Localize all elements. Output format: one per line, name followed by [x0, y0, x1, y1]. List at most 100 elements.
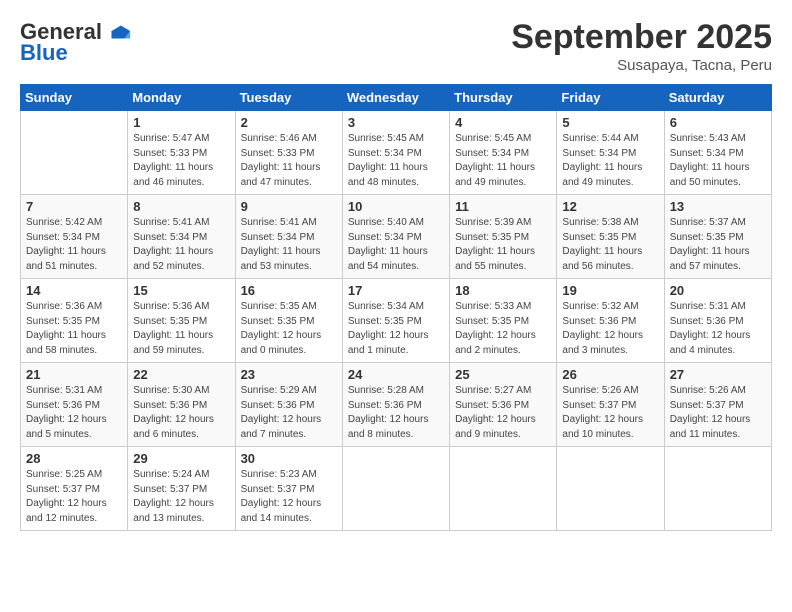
calendar-cell: 8Sunrise: 5:41 AMSunset: 5:34 PMDaylight…	[128, 195, 235, 279]
day-number: 17	[348, 283, 444, 298]
calendar-cell: 27Sunrise: 5:26 AMSunset: 5:37 PMDayligh…	[664, 363, 771, 447]
logo-blue-text: Blue	[20, 42, 68, 64]
day-number: 13	[670, 199, 766, 214]
day-number: 14	[26, 283, 122, 298]
location: Susapaya, Tacna, Peru	[511, 57, 772, 74]
calendar-cell: 5 Sunrise: 5:44 AMSunset: 5:34 PMDaylight…	[557, 111, 664, 195]
day-info: Sunrise: 5:30 AMSunset: 5:36 PMDaylight:…	[133, 384, 229, 442]
day-info: Sunrise: 5:27 AMSunset: 5:36 PMDaylight:…	[455, 384, 551, 442]
day-number: 10	[348, 199, 444, 214]
day-number: 30	[241, 451, 337, 466]
day-number: 23	[241, 367, 337, 382]
day-info: Sunrise: 5:38 AMSunset: 5:35 PMDaylight:…	[562, 216, 658, 274]
weekday-header-friday: Friday	[557, 85, 664, 111]
day-info: Sunrise: 5:45 AMSunset: 5:34 PMDaylight:…	[348, 132, 444, 190]
week-row-2: 7 Sunrise: 5:42 AMSunset: 5:34 PMDaylight…	[21, 195, 772, 279]
calendar-cell: 26Sunrise: 5:26 AMSunset: 5:37 PMDayligh…	[557, 363, 664, 447]
day-number: 28	[26, 451, 122, 466]
calendar-cell: 9Sunrise: 5:41 AMSunset: 5:34 PMDaylight…	[235, 195, 342, 279]
calendar-cell: 28Sunrise: 5:25 AMSunset: 5:37 PMDayligh…	[21, 447, 128, 531]
day-number: 25	[455, 367, 551, 382]
day-number: 19	[562, 283, 658, 298]
day-info: Sunrise: 5:37 AMSunset: 5:35 PMDaylight:…	[670, 216, 766, 274]
day-number: 27	[670, 367, 766, 382]
day-info: Sunrise: 5:43 AMSunset: 5:34 PMDaylight:…	[670, 132, 766, 190]
logo: General Blue	[20, 18, 132, 64]
page: General Blue September 2025 Susapaya, Ta…	[0, 0, 792, 541]
day-number: 15	[133, 283, 229, 298]
calendar-cell: 20 Sunrise: 5:31 AMSunset: 5:36 PMDayligh…	[664, 279, 771, 363]
week-row-1: 1 Sunrise: 5:47 AMSunset: 5:33 PMDaylight…	[21, 111, 772, 195]
week-row-4: 21 Sunrise: 5:31 AMSunset: 5:36 PMDayligh…	[21, 363, 772, 447]
day-info: Sunrise: 5:46 AMSunset: 5:33 PMDaylight:…	[241, 132, 337, 190]
day-info: Sunrise: 5:39 AMSunset: 5:35 PMDaylight:…	[455, 216, 551, 274]
day-info: Sunrise: 5:33 AMSunset: 5:35 PMDaylight:…	[455, 300, 551, 358]
calendar-cell: 24 Sunrise: 5:28 AMSunset: 5:36 PMDayligh…	[342, 363, 449, 447]
day-number: 3	[348, 115, 444, 130]
day-number: 21	[26, 367, 122, 382]
day-number: 16	[241, 283, 337, 298]
day-info: Sunrise: 5:36 AMSunset: 5:35 PMDaylight:…	[133, 300, 229, 358]
calendar-cell	[21, 111, 128, 195]
day-info: Sunrise: 5:42 AMSunset: 5:34 PMDaylight:…	[26, 216, 122, 274]
day-number: 2	[241, 115, 337, 130]
day-number: 11	[455, 199, 551, 214]
calendar-cell: 11 Sunrise: 5:39 AMSunset: 5:35 PMDayligh…	[450, 195, 557, 279]
day-info: Sunrise: 5:32 AMSunset: 5:36 PMDaylight:…	[562, 300, 658, 358]
calendar-cell: 25 Sunrise: 5:27 AMSunset: 5:36 PMDayligh…	[450, 363, 557, 447]
calendar-cell: 12 Sunrise: 5:38 AMSunset: 5:35 PMDayligh…	[557, 195, 664, 279]
day-info: Sunrise: 5:23 AMSunset: 5:37 PMDaylight:…	[241, 468, 337, 526]
week-row-5: 28Sunrise: 5:25 AMSunset: 5:37 PMDayligh…	[21, 447, 772, 531]
calendar-cell: 14 Sunrise: 5:36 AMSunset: 5:35 PMDayligh…	[21, 279, 128, 363]
weekday-header-tuesday: Tuesday	[235, 85, 342, 111]
day-info: Sunrise: 5:36 AMSunset: 5:35 PMDaylight:…	[26, 300, 122, 358]
day-info: Sunrise: 5:28 AMSunset: 5:36 PMDaylight:…	[348, 384, 444, 442]
day-info: Sunrise: 5:35 AMSunset: 5:35 PMDaylight:…	[241, 300, 337, 358]
day-info: Sunrise: 5:47 AMSunset: 5:33 PMDaylight:…	[133, 132, 229, 190]
weekday-header-monday: Monday	[128, 85, 235, 111]
calendar-cell: 29Sunrise: 5:24 AMSunset: 5:37 PMDayligh…	[128, 447, 235, 531]
week-row-3: 14 Sunrise: 5:36 AMSunset: 5:35 PMDayligh…	[21, 279, 772, 363]
calendar-cell	[664, 447, 771, 531]
weekday-header-thursday: Thursday	[450, 85, 557, 111]
logo-icon	[104, 18, 132, 46]
calendar-cell: 3 Sunrise: 5:45 AMSunset: 5:34 PMDaylight…	[342, 111, 449, 195]
day-info: Sunrise: 5:34 AMSunset: 5:35 PMDaylight:…	[348, 300, 444, 358]
day-number: 18	[455, 283, 551, 298]
day-number: 7	[26, 199, 122, 214]
calendar-cell: 18 Sunrise: 5:33 AMSunset: 5:35 PMDayligh…	[450, 279, 557, 363]
day-number: 12	[562, 199, 658, 214]
calendar-cell	[342, 447, 449, 531]
day-info: Sunrise: 5:41 AMSunset: 5:34 PMDaylight:…	[241, 216, 337, 274]
calendar-cell: 23 Sunrise: 5:29 AMSunset: 5:36 PMDayligh…	[235, 363, 342, 447]
day-info: Sunrise: 5:31 AMSunset: 5:36 PMDaylight:…	[26, 384, 122, 442]
calendar-cell: 7 Sunrise: 5:42 AMSunset: 5:34 PMDaylight…	[21, 195, 128, 279]
calendar-cell: 1 Sunrise: 5:47 AMSunset: 5:33 PMDaylight…	[128, 111, 235, 195]
calendar-cell: 4 Sunrise: 5:45 AMSunset: 5:34 PMDaylight…	[450, 111, 557, 195]
weekday-header-wednesday: Wednesday	[342, 85, 449, 111]
calendar-cell	[557, 447, 664, 531]
day-number: 5	[562, 115, 658, 130]
calendar-cell: 17 Sunrise: 5:34 AMSunset: 5:35 PMDayligh…	[342, 279, 449, 363]
weekday-header-sunday: Sunday	[21, 85, 128, 111]
day-info: Sunrise: 5:45 AMSunset: 5:34 PMDaylight:…	[455, 132, 551, 190]
weekday-header-saturday: Saturday	[664, 85, 771, 111]
day-number: 29	[133, 451, 229, 466]
day-info: Sunrise: 5:29 AMSunset: 5:36 PMDaylight:…	[241, 384, 337, 442]
calendar-cell: 10 Sunrise: 5:40 AMSunset: 5:34 PMDayligh…	[342, 195, 449, 279]
day-info: Sunrise: 5:41 AMSunset: 5:34 PMDaylight:…	[133, 216, 229, 274]
day-number: 1	[133, 115, 229, 130]
day-number: 24	[348, 367, 444, 382]
calendar-cell: 19 Sunrise: 5:32 AMSunset: 5:36 PMDayligh…	[557, 279, 664, 363]
calendar-cell: 2 Sunrise: 5:46 AMSunset: 5:33 PMDaylight…	[235, 111, 342, 195]
weekday-header-row: SundayMondayTuesdayWednesdayThursdayFrid…	[21, 85, 772, 111]
day-info: Sunrise: 5:26 AMSunset: 5:37 PMDaylight:…	[562, 384, 658, 442]
calendar-cell: 16 Sunrise: 5:35 AMSunset: 5:35 PMDayligh…	[235, 279, 342, 363]
day-info: Sunrise: 5:40 AMSunset: 5:34 PMDaylight:…	[348, 216, 444, 274]
day-info: Sunrise: 5:31 AMSunset: 5:36 PMDaylight:…	[670, 300, 766, 358]
day-info: Sunrise: 5:44 AMSunset: 5:34 PMDaylight:…	[562, 132, 658, 190]
day-number: 4	[455, 115, 551, 130]
calendar-cell: 6Sunrise: 5:43 AMSunset: 5:34 PMDaylight…	[664, 111, 771, 195]
calendar-cell: 22Sunrise: 5:30 AMSunset: 5:36 PMDayligh…	[128, 363, 235, 447]
day-number: 20	[670, 283, 766, 298]
